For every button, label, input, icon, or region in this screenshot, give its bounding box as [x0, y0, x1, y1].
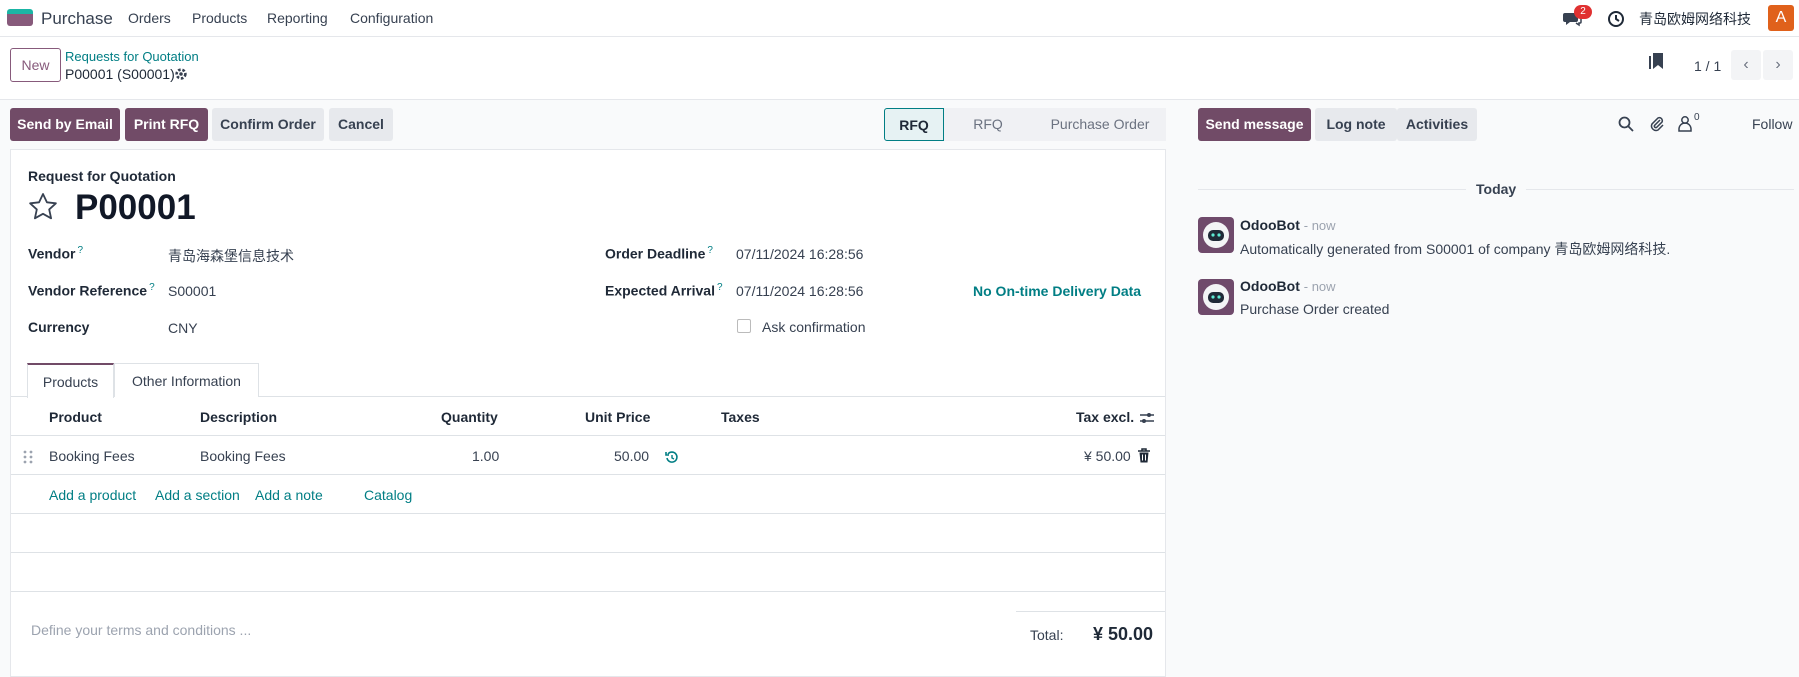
top-navbar: Purchase Orders Products Reporting Confi…	[0, 0, 1799, 37]
new-button[interactable]: New	[10, 48, 61, 82]
total-label: Total:	[1030, 627, 1064, 643]
help-tooltip[interactable]: ?	[149, 282, 155, 293]
column-quantity[interactable]: Quantity	[441, 409, 498, 425]
confirm-order-button[interactable]: Confirm Order	[212, 108, 324, 141]
log-note-button[interactable]: Log note	[1315, 108, 1397, 141]
search-icon[interactable]	[1618, 116, 1634, 132]
on-time-delivery-link[interactable]: No On-time Delivery Data	[973, 283, 1141, 299]
line-product[interactable]: Booking Fees	[49, 448, 135, 464]
drag-handle-icon[interactable]	[23, 449, 33, 465]
line-unit-price[interactable]: 50.00	[614, 448, 649, 464]
column-product[interactable]: Product	[49, 409, 102, 425]
paperclip-icon[interactable]	[1649, 115, 1665, 132]
send-by-email-button[interactable]: Send by Email	[10, 108, 120, 141]
help-tooltip[interactable]: ?	[77, 245, 83, 256]
follow-button[interactable]: Follow	[1752, 116, 1792, 132]
vendor-reference-label: Vendor Reference?	[28, 282, 155, 299]
add-line-row: Add a product Add a section Add a note C…	[11, 476, 1165, 514]
add-product-link[interactable]: Add a product	[49, 487, 136, 503]
company-switcher[interactable]: 青岛欧姆网络科技	[1639, 9, 1751, 29]
tab-other-information[interactable]: Other Information	[114, 363, 259, 397]
empty-row	[11, 554, 1165, 592]
add-note-link[interactable]: Add a note	[255, 487, 323, 503]
stage-rfq-sent[interactable]: RFQ Sent	[942, 108, 1016, 165]
menu-reporting[interactable]: Reporting	[267, 10, 328, 26]
breadcrumb-current: P00001 (S00001)	[65, 66, 175, 82]
chevron-left-icon[interactable]: ‹	[1731, 50, 1761, 80]
order-deadline-label: Order Deadline?	[605, 245, 713, 262]
notebook-tabs: Products Other Information	[11, 363, 1165, 398]
expected-arrival-field[interactable]: 07/11/2024 16:28:56	[736, 283, 863, 299]
control-panel: New Requests for Quotation P00001 (S0000…	[0, 37, 1799, 100]
form-sheet: Request for Quotation P00001 Vendor? 青岛海…	[10, 149, 1166, 677]
messages-badge: 2	[1574, 5, 1592, 19]
ask-confirmation-checkbox[interactable]	[737, 319, 751, 333]
total-value: ¥ 50.00	[1093, 624, 1154, 644]
add-section-link[interactable]: Add a section	[155, 487, 240, 503]
date-separator-label: Today	[1466, 181, 1527, 197]
column-taxes[interactable]: Taxes	[721, 409, 760, 425]
column-description[interactable]: Description	[200, 409, 277, 425]
expected-arrival-label: Expected Arrival?	[605, 282, 723, 299]
help-tooltip[interactable]: ?	[717, 282, 723, 293]
stage-purchase-order[interactable]: Purchase Order	[1016, 108, 1166, 141]
vendor-label: Vendor?	[28, 245, 84, 262]
vendor-field[interactable]: 青岛海森堡信息技术	[168, 246, 294, 266]
activities-button[interactable]: Activities	[1397, 108, 1477, 141]
line-quantity[interactable]: 1.00	[472, 448, 499, 464]
odoobot-avatar[interactable]	[1198, 217, 1234, 253]
message-body: Automatically generated from S00001 of c…	[1240, 241, 1671, 257]
gear-icon[interactable]	[174, 67, 188, 81]
message-time: - now	[1303, 279, 1336, 294]
followers-icon[interactable]	[1678, 115, 1692, 132]
total-summary: Total: ¥ 50.00	[1016, 611, 1165, 651]
menu-orders[interactable]: Orders	[128, 10, 171, 26]
user-avatar[interactable]: A	[1768, 5, 1794, 31]
vendor-reference-field[interactable]: S00001	[168, 283, 216, 299]
cancel-button[interactable]: Cancel	[329, 108, 393, 141]
menu-configuration[interactable]: Configuration	[350, 10, 433, 26]
table-row[interactable]: Booking Fees Booking Fees 1.00 50.00 ¥ 5…	[11, 437, 1165, 475]
odoobot-avatar[interactable]	[1198, 279, 1234, 315]
empty-row	[11, 515, 1165, 553]
print-rfq-button[interactable]: Print RFQ	[125, 108, 208, 141]
column-settings-icon[interactable]	[1139, 410, 1155, 426]
tab-products[interactable]: Products	[27, 363, 114, 398]
price-history-icon[interactable]	[665, 450, 679, 464]
clock-icon[interactable]	[1606, 9, 1626, 29]
bookmark-icon[interactable]	[1648, 51, 1666, 71]
line-description[interactable]: Booking Fees	[200, 448, 286, 464]
order-deadline-field[interactable]: 07/11/2024 16:28:56	[736, 246, 863, 262]
app-name[interactable]: Purchase	[41, 9, 113, 29]
menu-products[interactable]: Products	[192, 10, 247, 26]
message-author[interactable]: OdooBot - now	[1240, 217, 1336, 233]
chevron-right-icon[interactable]: ›	[1763, 50, 1793, 80]
breadcrumb-parent[interactable]: Requests for Quotation	[65, 49, 199, 64]
pager-value[interactable]: 1 / 1	[1694, 58, 1721, 74]
currency-label: Currency	[28, 319, 90, 335]
message-body: Purchase Order created	[1240, 301, 1390, 317]
column-unit-price[interactable]: Unit Price	[585, 409, 650, 425]
column-tax-excl[interactable]: Tax excl.	[1076, 409, 1134, 425]
followers-count: 0	[1694, 112, 1700, 123]
currency-field[interactable]: CNY	[168, 320, 198, 336]
message-author[interactable]: OdooBot - now	[1240, 278, 1336, 294]
order-lines-header: Product Description Quantity Unit Price …	[11, 398, 1165, 436]
ask-confirmation-label: Ask confirmation	[762, 319, 866, 335]
line-subtotal: ¥ 50.00	[1084, 448, 1131, 464]
catalog-link[interactable]: Catalog	[364, 487, 412, 503]
stage-rfq[interactable]: RFQ	[884, 108, 944, 141]
message-time: - now	[1303, 218, 1336, 233]
trash-icon[interactable]	[1137, 448, 1151, 464]
terms-input[interactable]: Define your terms and conditions ...	[31, 622, 251, 638]
send-message-button[interactable]: Send message	[1198, 108, 1311, 141]
star-icon[interactable]	[27, 191, 59, 223]
help-tooltip[interactable]: ?	[707, 245, 713, 256]
form-subtitle: Request for Quotation	[28, 168, 176, 184]
purchase-app-icon[interactable]	[7, 9, 33, 26]
record-name: P00001	[75, 188, 196, 227]
